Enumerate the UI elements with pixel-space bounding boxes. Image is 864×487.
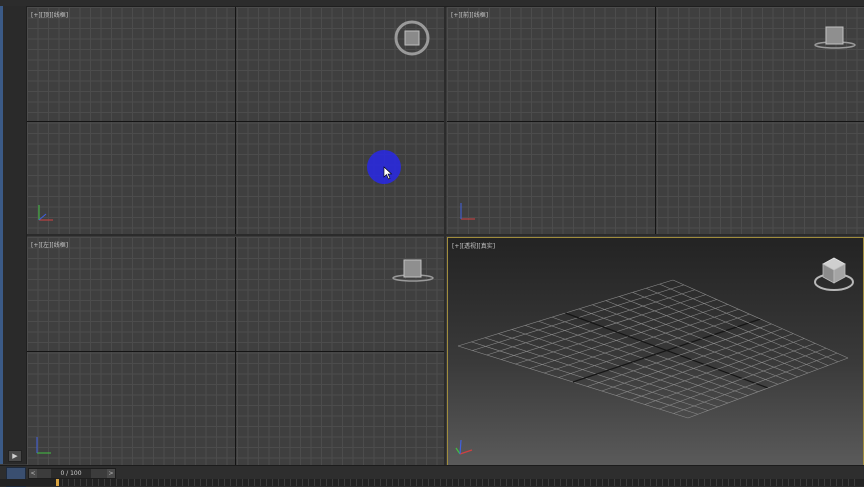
- viewcube-perspective-icon[interactable]: [812, 254, 856, 294]
- track-bar[interactable]: [0, 479, 864, 486]
- grid-line: [630, 338, 805, 401]
- viewport-top[interactable]: [+][顶][线框]: [27, 7, 444, 234]
- grid-axis-vertical: [235, 237, 236, 465]
- mouse-cursor-icon: [383, 166, 393, 180]
- viewport-left-label[interactable]: [+][左][线框]: [31, 240, 68, 249]
- viewport-divider-vertical[interactable]: [444, 7, 446, 465]
- axis-tripod-icon: [455, 439, 473, 455]
- time-slider-next-button[interactable]: >: [107, 469, 115, 478]
- top-toolbar: [0, 0, 864, 7]
- viewport-perspective[interactable]: [+][透视][真实]: [447, 237, 864, 466]
- viewport-left[interactable]: [+][左][线框]: [27, 237, 444, 465]
- left-strip-accent: [0, 6, 3, 464]
- viewcube-top-icon[interactable]: [393, 19, 431, 57]
- viewport-top-label[interactable]: [+][顶][线框]: [31, 10, 68, 19]
- time-slider[interactable]: < 0 / 100 >: [28, 468, 116, 479]
- expand-panel-button[interactable]: ▶: [8, 450, 22, 462]
- viewport-divider-horizontal[interactable]: [27, 234, 864, 236]
- time-slider-prev-button[interactable]: <: [29, 469, 37, 478]
- viewcube-front-icon[interactable]: [813, 25, 857, 51]
- grid-axis-vertical: [235, 7, 236, 234]
- axis-tripod-icon: [460, 203, 475, 220]
- left-command-strip: [0, 6, 27, 464]
- axis-tripod-icon: [36, 437, 51, 454]
- viewcube-left-icon[interactable]: [391, 257, 435, 283]
- viewport-front-label[interactable]: [+][前][线框]: [451, 10, 488, 19]
- track-bar-ticks: [56, 479, 856, 486]
- grid-line: [659, 283, 839, 363]
- grid-line: [644, 343, 816, 405]
- grid-line: [646, 287, 829, 366]
- grid-axis-vertical: [655, 7, 656, 234]
- time-slider-value[interactable]: 0 / 100: [51, 469, 91, 478]
- perspective-home-grid: [457, 279, 849, 419]
- axis-tripod-icon: [38, 205, 53, 221]
- current-frame-marker[interactable]: [56, 479, 59, 486]
- viewport-front[interactable]: [+][前][线框]: [447, 7, 864, 234]
